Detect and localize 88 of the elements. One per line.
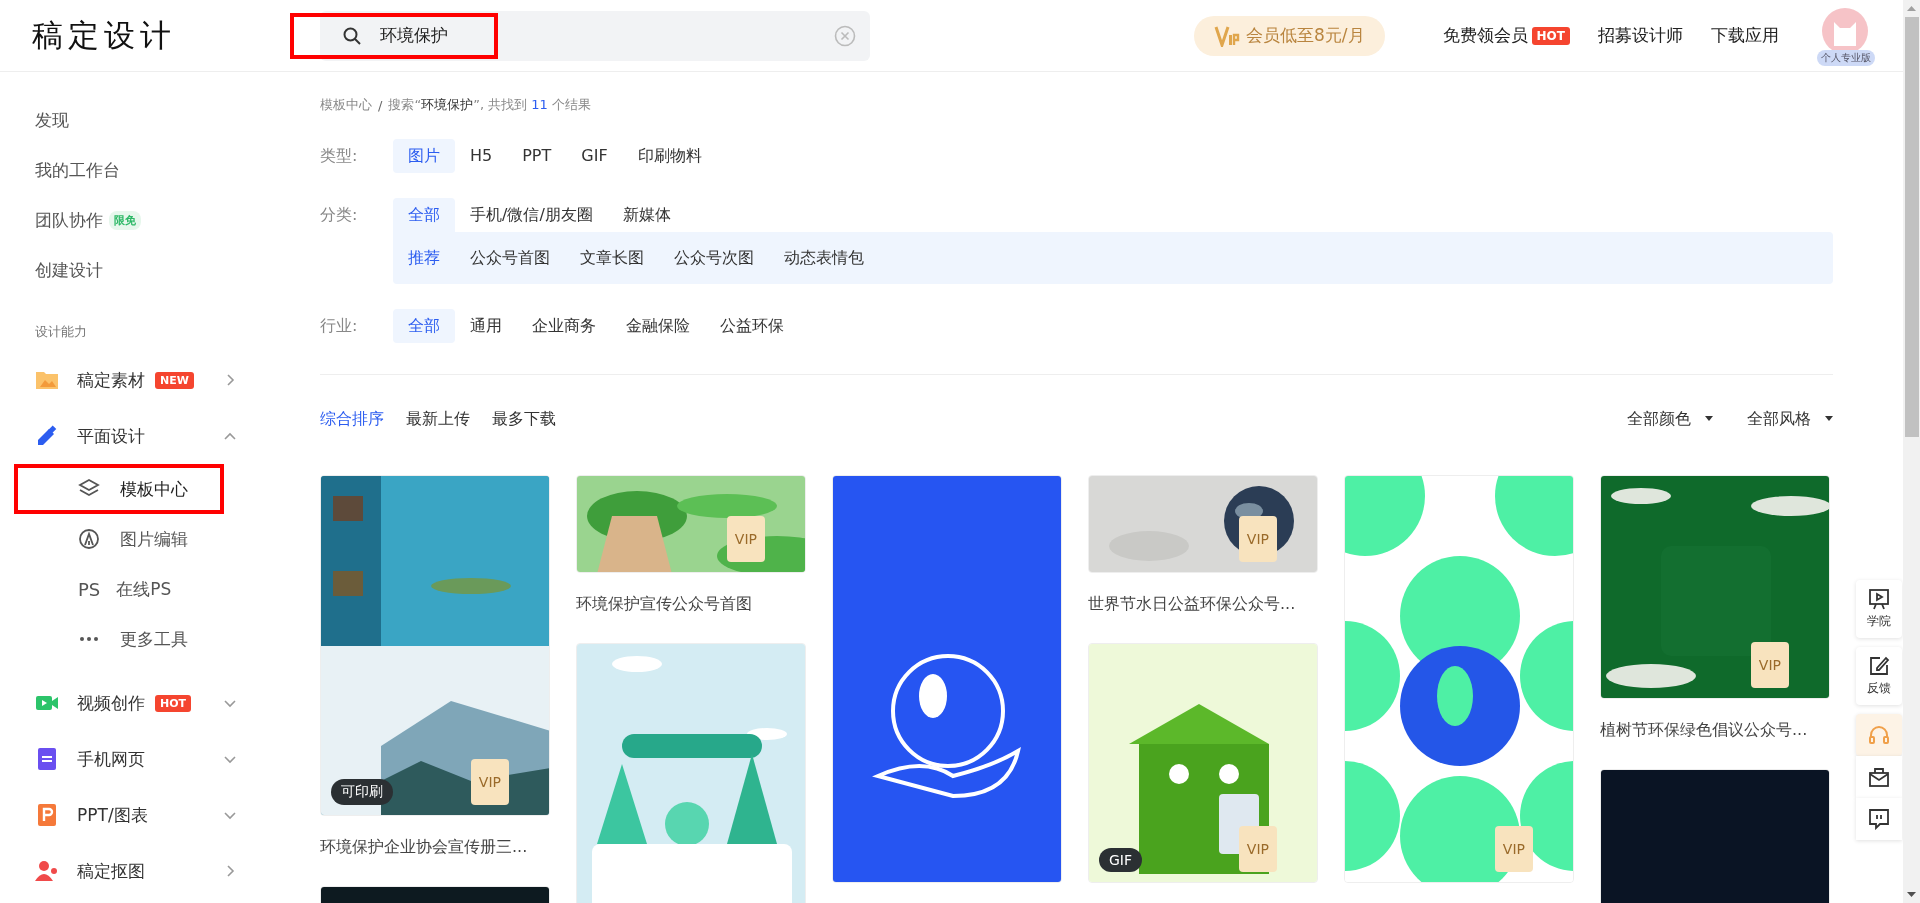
section-title: 设计能力 <box>34 323 88 341</box>
message-icon <box>1868 808 1890 830</box>
search-summary: 搜索“环境保护”, 共找到 11 个结果 <box>388 96 591 114</box>
filter-option[interactable]: 文章长图 <box>565 241 659 275</box>
filter-option[interactable]: 公益环保 <box>705 309 799 343</box>
label-badge: HOT <box>155 694 192 712</box>
card-title[interactable]: 世界节水日公益环保公众号... <box>1088 573 1318 643</box>
sidebar-menu-item[interactable]: 稿定抠图 <box>77 859 145 883</box>
sidebar-menu-item[interactable]: 手机网页 <box>77 747 145 771</box>
hot-badge: HOT <box>1531 26 1570 45</box>
filter-label: 行业: <box>320 315 359 337</box>
card-title[interactable]: 植树节环保绿色倡议公众号... <box>1600 699 1830 769</box>
more-icon <box>78 637 100 641</box>
filter-option[interactable]: H5 <box>455 139 508 173</box>
filter-option[interactable]: PPT <box>507 139 567 173</box>
vip-badge: VIP <box>1494 826 1533 872</box>
mailbox-icon <box>1868 766 1890 788</box>
sort-tab[interactable]: 综合排序 <box>320 408 384 430</box>
breadcrumb-link[interactable]: 模板中心 <box>320 96 372 114</box>
filter-option[interactable]: 企业商务 <box>517 309 611 343</box>
caret-icon <box>1825 416 1833 422</box>
nav-link[interactable]: 下载应用 <box>1711 24 1779 47</box>
scrollbar[interactable] <box>1903 0 1920 903</box>
mail-button[interactable] <box>1856 756 1902 798</box>
play-board-icon <box>1868 588 1890 610</box>
sidebar-menu-item[interactable]: 平面设计 <box>77 424 145 448</box>
feedback-button[interactable]: 反馈 <box>1856 647 1902 705</box>
filter-option[interactable]: 全部 <box>393 198 455 232</box>
card-title[interactable]: 环境保护企业协会宣传册三... <box>320 816 550 886</box>
sidebar-item[interactable]: 我的工作台 <box>35 158 120 182</box>
ps-icon: PS <box>78 578 101 600</box>
sidebar-menu-item[interactable]: 稿定素材 <box>77 368 145 392</box>
caret-icon <box>1705 416 1713 422</box>
academy-button[interactable]: 学院 <box>1856 580 1902 638</box>
sidebar-menu-item[interactable]: 视频创作 <box>77 691 145 715</box>
plan-badge: 个人专业版 <box>1817 49 1875 66</box>
filter-option[interactable]: 手机/微信/朋友圈 <box>455 198 608 232</box>
filter-option[interactable]: 图片 <box>393 139 455 173</box>
people-icon <box>35 859 59 883</box>
filter-option[interactable]: 推荐 <box>393 241 455 275</box>
filter-option[interactable]: 动态表情包 <box>769 241 879 275</box>
filter-option[interactable]: 公众号次图 <box>659 241 769 275</box>
message-button[interactable] <box>1856 798 1902 840</box>
search-field[interactable]: 环境保护 <box>320 10 870 61</box>
filter-option[interactable]: 公众号首图 <box>455 241 565 275</box>
document-icon <box>35 747 59 771</box>
sidebar-subitem[interactable]: 在线PS <box>116 577 172 601</box>
filter-option[interactable]: 金融保险 <box>611 309 705 343</box>
vip-badge: VIP <box>1238 826 1277 872</box>
pen-icon <box>35 424 59 448</box>
filter-option[interactable]: 印刷物料 <box>622 139 717 173</box>
search-icon <box>342 25 362 46</box>
vip-badge: VIP <box>726 516 765 562</box>
vip-badge: VIP <box>470 759 509 805</box>
sidebar-item[interactable]: 创建设计 <box>35 258 103 282</box>
breadcrumb-separator: / <box>378 97 383 113</box>
filter-option[interactable]: GIF <box>566 139 623 173</box>
filter-dropdown[interactable]: 全部风格 <box>1747 408 1833 430</box>
sidebar-item[interactable]: 发现 <box>35 108 69 132</box>
sidebar-subitem[interactable]: 更多工具 <box>120 627 188 651</box>
card-title[interactable]: 环境保护宣传公众号首图 <box>576 573 806 643</box>
sidebar-subitem[interactable]: 模板中心 <box>120 477 188 501</box>
nav-link[interactable]: 招募设计师 <box>1598 24 1683 47</box>
filter-label: 类型: <box>320 145 359 167</box>
filter-option[interactable]: 全部 <box>393 309 455 343</box>
slide-icon <box>35 803 59 827</box>
edit-icon <box>1868 655 1890 677</box>
logo[interactable]: 稿定设计 <box>0 14 290 57</box>
sort-tab[interactable]: 最新上传 <box>406 408 470 430</box>
filter-option[interactable]: 新媒体 <box>607 198 686 232</box>
headset-icon <box>1868 724 1890 746</box>
sort-tab[interactable]: 最多下载 <box>492 408 556 430</box>
filter-dropdown[interactable]: 全部颜色 <box>1627 408 1713 430</box>
clear-icon[interactable] <box>834 24 856 47</box>
label-badge: NEW <box>155 371 194 389</box>
free-badge: 限免 <box>109 210 141 230</box>
sidebar-menu-item[interactable]: PPT/图表 <box>77 803 148 827</box>
filter-option[interactable]: 通用 <box>455 309 517 343</box>
scroll-thumb[interactable] <box>1904 17 1919 437</box>
nav-link[interactable]: 免费领会员 <box>1442 24 1528 47</box>
filter-label: 分类: <box>320 204 359 226</box>
vip-badge: VIP <box>1238 516 1277 562</box>
tag-badge: 可印刷 <box>331 779 393 805</box>
vip-badge: VIP <box>1750 642 1789 688</box>
pen-nib-icon <box>78 528 100 550</box>
sidebar-item[interactable]: 团队协作 <box>35 208 103 232</box>
sidebar-subitem[interactable]: 图片编辑 <box>120 527 188 551</box>
vip-icon <box>1214 24 1240 47</box>
